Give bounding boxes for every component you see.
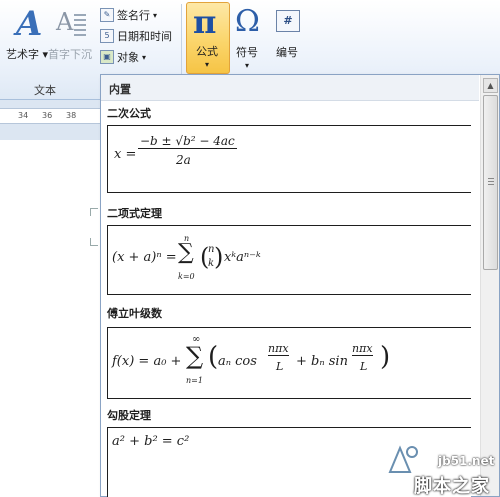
scroll-up-icon[interactable]: ▲ bbox=[483, 78, 498, 93]
fraction-numerator: nπx bbox=[268, 342, 289, 356]
fraction-numerator: nπx bbox=[352, 342, 373, 356]
object-label: 对象 bbox=[117, 51, 139, 64]
formula-tail: xᵏaⁿ⁻ᵏ bbox=[224, 250, 261, 265]
formula-item-quadratic[interactable]: x = −b ± √b² − 4ac 2a bbox=[107, 125, 471, 193]
cos-term: aₙ cos bbox=[218, 354, 257, 369]
dropcap-button[interactable]: A 首字下沉 bbox=[48, 4, 98, 68]
wordart-label: 艺术字 bbox=[5, 48, 39, 61]
ruler-tick-label: 34 bbox=[18, 111, 29, 120]
section-title-binomial: 二项式定理 bbox=[107, 207, 162, 220]
group-label-text: 文本 bbox=[34, 84, 56, 97]
omega-icon: Ω bbox=[235, 4, 260, 39]
signature-arrow-icon: ▾ bbox=[153, 10, 158, 20]
fraction-denominator: L bbox=[360, 360, 368, 373]
section-title-quadratic: 二次公式 bbox=[107, 107, 151, 120]
date-time-button[interactable]: 5 日期和时间 bbox=[100, 27, 172, 45]
sin-term: + bₙ sin bbox=[296, 354, 348, 369]
document-page[interactable] bbox=[0, 140, 104, 497]
object-icon: ▣ bbox=[100, 50, 114, 64]
fraction-denominator: L bbox=[276, 360, 284, 373]
number-icon: # bbox=[276, 10, 300, 32]
formula-numerator: −b ± √b² − 4ac bbox=[138, 134, 237, 149]
formula-item-fourier[interactable]: f(x) = a₀ + ∞ ∑ n=1 ( aₙ cos nπx L + bₙ … bbox=[107, 327, 471, 399]
ruler-strip: 34 36 38 bbox=[0, 108, 104, 124]
watermark: jb51.net 脚本之家 bbox=[378, 424, 500, 497]
ruler-tick-label: 36 bbox=[42, 111, 53, 120]
watermark-text: 脚本之家 bbox=[414, 476, 490, 497]
formula-lhs: (x + a)ⁿ = bbox=[112, 250, 177, 265]
ruler-tick-label: 38 bbox=[66, 111, 77, 120]
margin-corner-mark bbox=[90, 238, 98, 246]
signature-line-icon: ✎ bbox=[100, 8, 114, 22]
symbol-arrow-icon: ▾ bbox=[245, 61, 250, 70]
section-title-fourier: 傅立叶级数 bbox=[107, 307, 162, 320]
equation-arrow-icon: ▾ bbox=[205, 60, 210, 69]
object-arrow-icon: ▾ bbox=[142, 52, 147, 62]
symbol-label: 符号 bbox=[236, 46, 258, 59]
pi-icon: π bbox=[193, 3, 217, 41]
equation-label: 公式 bbox=[196, 45, 218, 58]
close-paren: ) bbox=[380, 342, 391, 372]
wordart-button[interactable]: A 艺术字 ▾ bbox=[4, 4, 48, 68]
symbol-button[interactable]: Ω 符号 ▾ bbox=[232, 4, 268, 74]
binom-close-paren: ) bbox=[214, 243, 224, 271]
number-label: 编号 bbox=[276, 46, 298, 59]
formula-item-binomial[interactable]: (x + a)ⁿ = n ∑ k=0 ( n k ) xᵏaⁿ⁻ᵏ bbox=[107, 225, 471, 295]
open-paren: ( bbox=[208, 342, 219, 372]
dropcap-label: 首字下沉 bbox=[48, 48, 92, 61]
formula-text: a² + b² = c² bbox=[112, 434, 190, 449]
horizontal-ruler: 34 36 38 bbox=[0, 100, 104, 140]
wordart-icon: A bbox=[16, 4, 43, 44]
watermark-url: jb51.net bbox=[438, 454, 495, 468]
calendar-icon: 5 bbox=[100, 29, 114, 43]
formula-denominator: 2a bbox=[176, 153, 191, 167]
signature-line-button[interactable]: ✎ 签名行 ▾ bbox=[100, 6, 157, 24]
number-button[interactable]: # 编号 bbox=[270, 4, 308, 68]
scroll-thumb[interactable] bbox=[483, 95, 498, 270]
equation-button[interactable]: π 公式 ▾ bbox=[186, 2, 230, 74]
margin-corner-mark bbox=[90, 208, 98, 216]
sum-lower-limit: n=1 bbox=[186, 376, 203, 385]
sum-sign: ∑ bbox=[186, 342, 204, 370]
gallery-header-label: 内置 bbox=[109, 83, 131, 96]
date-time-label: 日期和时间 bbox=[117, 30, 172, 43]
formula-lhs: f(x) = a₀ + bbox=[112, 354, 182, 369]
sum-lower-limit: k=0 bbox=[178, 272, 195, 281]
signature-line-label: 签名行 bbox=[117, 9, 150, 22]
gallery-header: 内置 bbox=[101, 75, 479, 101]
formula-lhs: x = bbox=[114, 147, 137, 162]
section-title-pythagorean: 勾股定理 bbox=[107, 409, 151, 422]
sum-sign: ∑ bbox=[178, 240, 194, 265]
scroll-grip-icon bbox=[488, 178, 494, 186]
object-button[interactable]: ▣ 对象 ▾ bbox=[100, 48, 146, 66]
dropcap-icon: A bbox=[54, 8, 86, 38]
